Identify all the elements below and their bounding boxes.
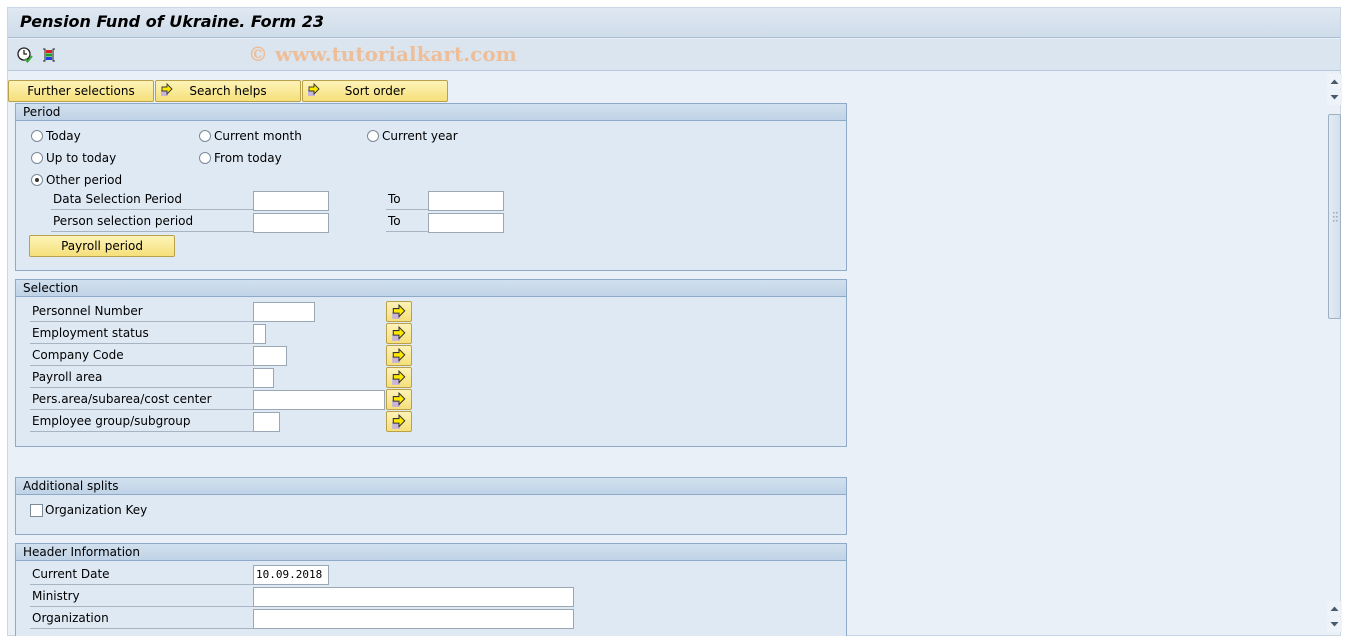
execute-clock-icon[interactable]	[16, 46, 34, 64]
multiple-selection-button[interactable]	[386, 345, 412, 366]
checkbox-box	[30, 503, 43, 517]
company-code-label: Company Code	[30, 346, 253, 366]
search-helps-label: Search helps	[189, 84, 267, 98]
pers-area-input[interactable]	[253, 390, 385, 410]
scroll-down-icon	[1330, 622, 1339, 627]
multiple-selection-button[interactable]	[386, 367, 412, 388]
radio-circle-selected	[31, 174, 43, 186]
scroll-thumb[interactable]	[1328, 114, 1341, 319]
radio-label: Today	[46, 129, 81, 143]
radio-current-year[interactable]: Current year	[367, 129, 458, 143]
multiple-selection-button[interactable]	[386, 301, 412, 322]
radio-circle	[31, 152, 43, 164]
radio-today[interactable]: Today	[31, 129, 81, 143]
multiple-selection-icon	[392, 392, 406, 407]
multiple-selection-icon	[392, 304, 406, 319]
additional-splits-header: Additional splits	[16, 478, 846, 495]
scroll-up-icon	[1330, 79, 1339, 84]
multiple-selection-icon	[392, 414, 406, 429]
scroll-up-button-bottom[interactable]	[1327, 601, 1342, 616]
watermark: © www.tutorialkart.com	[248, 42, 517, 66]
current-date-input[interactable]: 10.09.2018	[253, 565, 329, 585]
radio-label: Current year	[382, 129, 458, 143]
pers-area-label: Pers.area/subarea/cost center	[30, 390, 253, 410]
radio-circle	[367, 130, 379, 142]
multiple-selection-button[interactable]	[386, 411, 412, 432]
additional-splits-group: Additional splits Organization Key	[15, 477, 847, 535]
organization-key-label: Organization Key	[45, 503, 148, 517]
search-helps-button[interactable]: Search helps	[155, 80, 301, 102]
person-selection-period-label: Person selection period	[51, 212, 253, 232]
person-selection-to-label: To	[386, 212, 428, 232]
data-selection-period-label: Data Selection Period	[51, 190, 253, 210]
organization-label: Organization	[30, 609, 253, 629]
radio-up-to-today[interactable]: Up to today	[31, 151, 116, 165]
scroll-down-icon	[1330, 95, 1339, 100]
further-selections-label: Further selections	[27, 84, 135, 98]
period-group: Period Today Current month Current year …	[15, 103, 847, 271]
further-selections-button[interactable]: Further selections	[8, 80, 154, 102]
payroll-period-label: Payroll period	[61, 239, 143, 253]
personnel-number-label: Personnel Number	[30, 302, 253, 322]
sort-order-label: Sort order	[344, 84, 406, 98]
arrow-right-icon	[307, 82, 321, 103]
data-selection-to-input[interactable]	[428, 191, 504, 211]
application-toolbar: © www.tutorialkart.com	[8, 39, 1340, 71]
data-selection-to-label: To	[386, 190, 428, 210]
scroll-down-button-bottom[interactable]	[1327, 617, 1342, 632]
radio-label: From today	[214, 151, 282, 165]
ministry-label: Ministry	[30, 587, 253, 607]
organization-key-checkbox[interactable]: Organization Key	[30, 503, 147, 517]
selection-group: Selection Personnel Number Employment st…	[15, 279, 847, 447]
window-title: Pension Fund of Ukraine. Form 23	[20, 12, 324, 31]
current-date-label: Current Date	[30, 565, 253, 585]
radio-from-today[interactable]: From today	[199, 151, 282, 165]
vertical-scrollbar[interactable]	[1327, 74, 1342, 636]
radio-label: Current month	[214, 129, 302, 143]
multiple-selection-button[interactable]	[386, 323, 412, 344]
radio-circle	[199, 130, 211, 142]
period-header: Period	[16, 104, 846, 121]
radio-circle	[31, 130, 43, 142]
employment-status-input[interactable]	[253, 324, 266, 344]
employment-status-label: Employment status	[30, 324, 253, 344]
header-information-group: Header Information Current Date 10.09.20…	[15, 543, 847, 636]
person-selection-to-input[interactable]	[428, 213, 504, 233]
payroll-area-input[interactable]	[253, 368, 274, 388]
employee-group-label: Employee group/subgroup	[30, 412, 253, 432]
arrow-right-icon	[160, 82, 174, 103]
organization-input[interactable]	[253, 609, 574, 629]
grip-icon	[1333, 212, 1338, 222]
multiple-selection-button[interactable]	[386, 389, 412, 410]
multiple-selection-icon	[392, 348, 406, 363]
company-code-input[interactable]	[253, 346, 287, 366]
selection-header: Selection	[16, 280, 846, 297]
radio-label: Other period	[46, 173, 123, 187]
sap-window: Pension Fund of Ukraine. Form 23 © www.t…	[7, 7, 1342, 636]
radio-current-month[interactable]: Current month	[199, 129, 302, 143]
multiple-selection-icon	[392, 326, 406, 341]
person-selection-from-input[interactable]	[253, 213, 329, 233]
payroll-area-label: Payroll area	[30, 368, 253, 388]
data-selection-from-input[interactable]	[253, 191, 329, 211]
radio-circle	[199, 152, 211, 164]
personnel-number-input[interactable]	[253, 302, 315, 322]
ministry-input[interactable]	[253, 587, 574, 607]
employee-group-input[interactable]	[253, 412, 280, 432]
header-information-header: Header Information	[16, 544, 846, 561]
scroll-up-button[interactable]	[1327, 74, 1342, 89]
scroll-down-button[interactable]	[1327, 90, 1342, 105]
multiple-selection-icon	[392, 370, 406, 385]
payroll-period-button[interactable]: Payroll period	[29, 235, 175, 257]
radio-other-period[interactable]: Other period	[31, 173, 122, 187]
sort-order-button[interactable]: Sort order	[302, 80, 448, 102]
radio-label: Up to today	[46, 151, 117, 165]
scroll-up-icon	[1330, 606, 1339, 611]
title-bar: Pension Fund of Ukraine. Form 23	[8, 8, 1340, 38]
get-variant-icon[interactable]	[40, 46, 58, 64]
